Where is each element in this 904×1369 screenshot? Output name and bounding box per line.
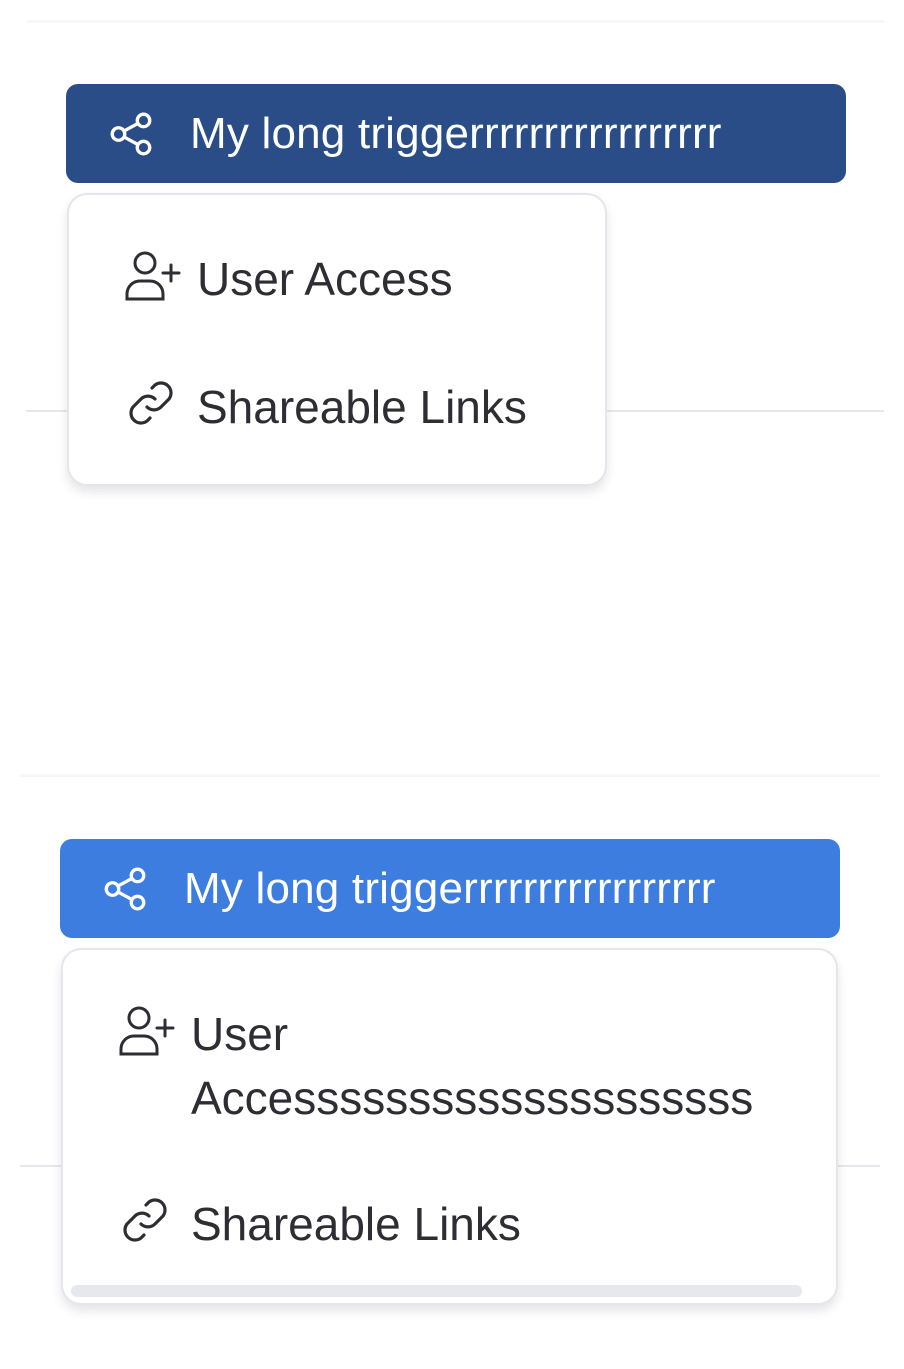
menu-item-label-line: User: [191, 1008, 289, 1060]
share-icon: [104, 867, 146, 910]
menu-item-label: Shareable Links: [191, 1198, 521, 1250]
trigger-label: My long triggerrrrrrrrrrrrrrrrr: [190, 108, 722, 158]
top-divider: [20, 774, 880, 777]
user-plus-icon: [119, 1006, 175, 1056]
menu-item-shareable-links[interactable]: Shareable Links: [69, 375, 605, 439]
menu-item-label: User Accessssssssssssssssssss: [191, 1002, 753, 1130]
dropdown-menu: User Access Shareable Links: [67, 193, 607, 486]
top-divider: [26, 20, 884, 23]
link-icon: [129, 381, 173, 425]
dropdown-menu: User Accessssssssssssssssssss Shareable …: [61, 948, 838, 1305]
menu-item-shareable-links[interactable]: Shareable Links: [63, 1192, 836, 1256]
menu-item-label: Shareable Links: [197, 381, 527, 433]
menu-item-label-line: Accessssssssssssssssssss: [191, 1072, 754, 1124]
user-plus-icon: [125, 251, 181, 301]
menu-item-user-access[interactable]: User Access: [69, 247, 605, 311]
trigger-label: My long triggerrrrrrrrrrrrrrrrr: [184, 863, 716, 913]
horizontal-scrollbar[interactable]: [71, 1285, 802, 1297]
canvas: My long triggerrrrrrrrrrrrrrrrr User Acc…: [0, 0, 904, 1369]
menu-item-label: User Access: [197, 253, 453, 305]
dropdown-trigger-button[interactable]: My long triggerrrrrrrrrrrrrrrrr: [66, 84, 846, 183]
menu-item-user-access[interactable]: User Accessssssssssssssssssss: [63, 1002, 836, 1130]
share-icon: [110, 112, 152, 155]
dropdown-trigger-button[interactable]: My long triggerrrrrrrrrrrrrrrrr: [60, 839, 840, 938]
link-icon: [123, 1198, 167, 1242]
